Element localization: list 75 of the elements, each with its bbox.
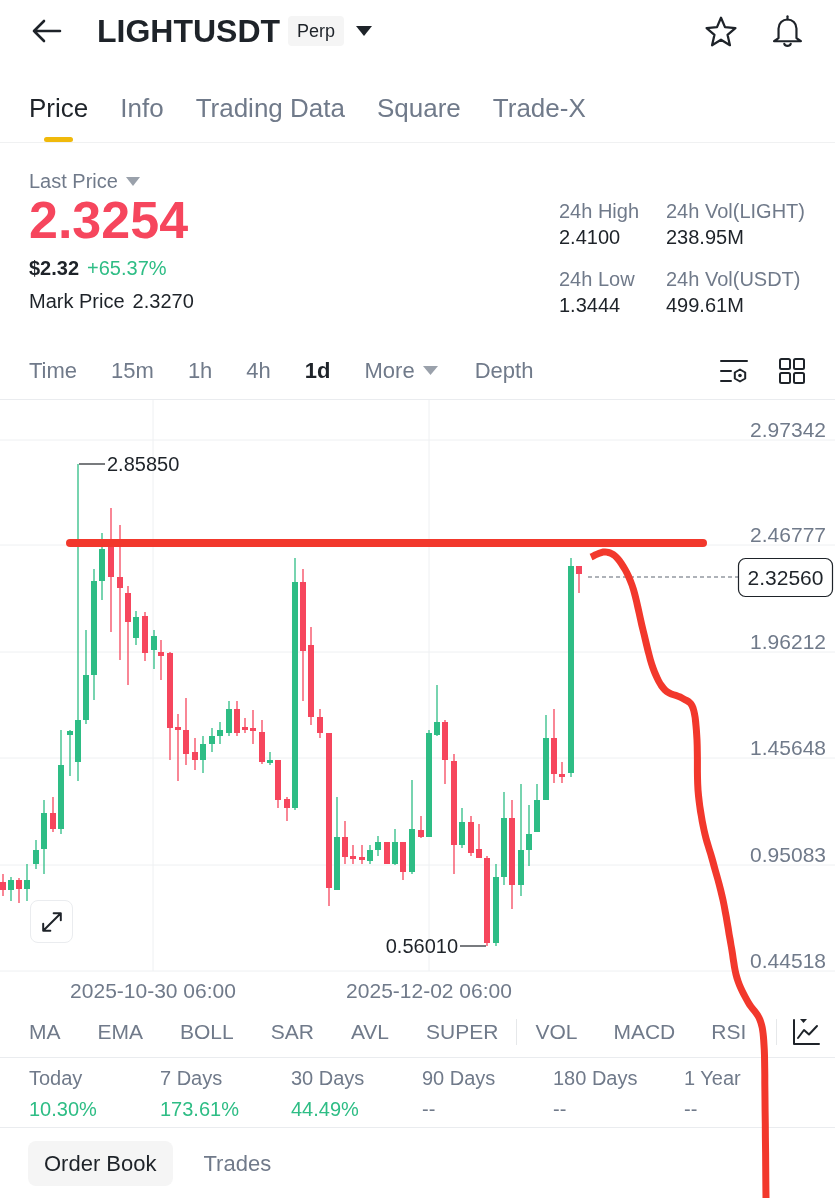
last-price-dropdown[interactable]: Last Price (29, 169, 140, 193)
period-label: 1 Year (684, 1066, 741, 1090)
expand-button[interactable] (30, 900, 73, 943)
y-axis-label: 0.44518 (750, 949, 826, 972)
leader-line (459, 945, 487, 947)
interval-tab[interactable]: 4h (246, 357, 271, 384)
last-price-tag: 2.32560 (737, 557, 834, 598)
indicator-option[interactable]: MA (29, 1018, 61, 1045)
leader-line (78, 463, 106, 465)
period-change-value: 173.61% (160, 1097, 239, 1121)
period-label: 7 Days (160, 1066, 223, 1090)
section-tab[interactable]: Info (120, 93, 164, 142)
y-axis-label: 2.46777 (750, 523, 826, 546)
interval-tab[interactable]: 1h (187, 357, 213, 384)
period-label: 30 Days (291, 1066, 365, 1090)
indicator-option[interactable]: RSI (711, 1018, 747, 1045)
section-tab[interactable]: Trading Data (195, 93, 345, 142)
interval-tab[interactable]: 1d (304, 357, 331, 384)
y-axis-label: 2.97342 (750, 418, 826, 441)
caret-down-icon (422, 366, 438, 375)
mark-price-value: 2.3270 (132, 289, 194, 313)
period-change-value: -- (422, 1097, 436, 1121)
section-tab[interactable]: Trade-X (492, 93, 586, 142)
stat-label: 24h Vol(LIGHT) (666, 199, 805, 223)
price-change-percent: +65.37% (87, 256, 167, 280)
period-change-value: -- (553, 1097, 567, 1121)
period-change-value: -- (684, 1097, 698, 1121)
mark-price-label: Mark Price (29, 289, 125, 313)
interval-tab[interactable]: Depth (474, 357, 534, 384)
y-axis-label: 0.95083 (750, 843, 826, 866)
low-price-label: 0.56010 (385, 935, 458, 957)
usd-price: $2.32 (29, 256, 80, 280)
interval-tab[interactable]: 15m (111, 357, 154, 384)
chart-settings-icon[interactable] (720, 358, 748, 383)
interval-tab[interactable]: Time (29, 357, 78, 384)
caret-down-icon (125, 176, 140, 186)
indicator-option[interactable]: MACD (613, 1018, 676, 1045)
indicator-option[interactable]: SUPER (426, 1018, 499, 1045)
star-icon[interactable] (705, 15, 737, 47)
expand-arrows-icon (40, 910, 63, 933)
stat-label: 24h Vol(USDT) (666, 267, 802, 291)
stat-value: 2.4100 (559, 225, 622, 249)
indicator-option[interactable]: EMA (97, 1018, 143, 1045)
indicator-option[interactable]: AVL (350, 1018, 390, 1045)
line-chart-icon[interactable] (792, 1017, 820, 1046)
interval-menu[interactable]: More (364, 357, 438, 384)
section-tab[interactable]: Price (29, 93, 89, 142)
back-arrow-icon[interactable] (32, 19, 62, 43)
bell-icon[interactable] (772, 15, 803, 47)
book-tab[interactable]: Trades (187, 1141, 288, 1186)
grid-layout-icon[interactable] (779, 357, 805, 384)
indicator-option[interactable]: VOL (535, 1018, 578, 1045)
period-change-value: 44.49% (291, 1097, 359, 1121)
book-tab[interactable]: Order Book (28, 1141, 173, 1186)
indicator-option[interactable]: BOLL (180, 1018, 234, 1045)
period-label: 90 Days (422, 1066, 496, 1090)
period-label: 180 Days (553, 1066, 638, 1090)
y-axis-label: 1.96212 (750, 630, 826, 653)
stat-value: 238.95M (666, 225, 745, 249)
stat-value: 1.3444 (559, 293, 622, 317)
indicator-option[interactable]: SAR (270, 1018, 314, 1045)
contract-badge: Perp (288, 16, 345, 46)
stat-label: 24h High (559, 199, 641, 223)
y-axis-label: 1.45648 (750, 736, 826, 759)
high-price-label: 2.85850 (107, 453, 180, 475)
section-tab[interactable]: Square (376, 93, 461, 142)
x-axis-label: 2025-10-30 06:00 (70, 979, 236, 1002)
period-change-value: 10.30% (29, 1097, 97, 1121)
last-price-value: 2.3254 (29, 193, 189, 247)
symbol-title: LIGHTUSDT (97, 13, 281, 49)
stat-label: 24h Low (559, 267, 636, 291)
period-label: Today (29, 1066, 83, 1090)
caret-down-icon[interactable] (356, 26, 373, 36)
x-axis-label: 2025-12-02 06:00 (346, 979, 512, 1002)
stat-value: 499.61M (666, 293, 745, 317)
